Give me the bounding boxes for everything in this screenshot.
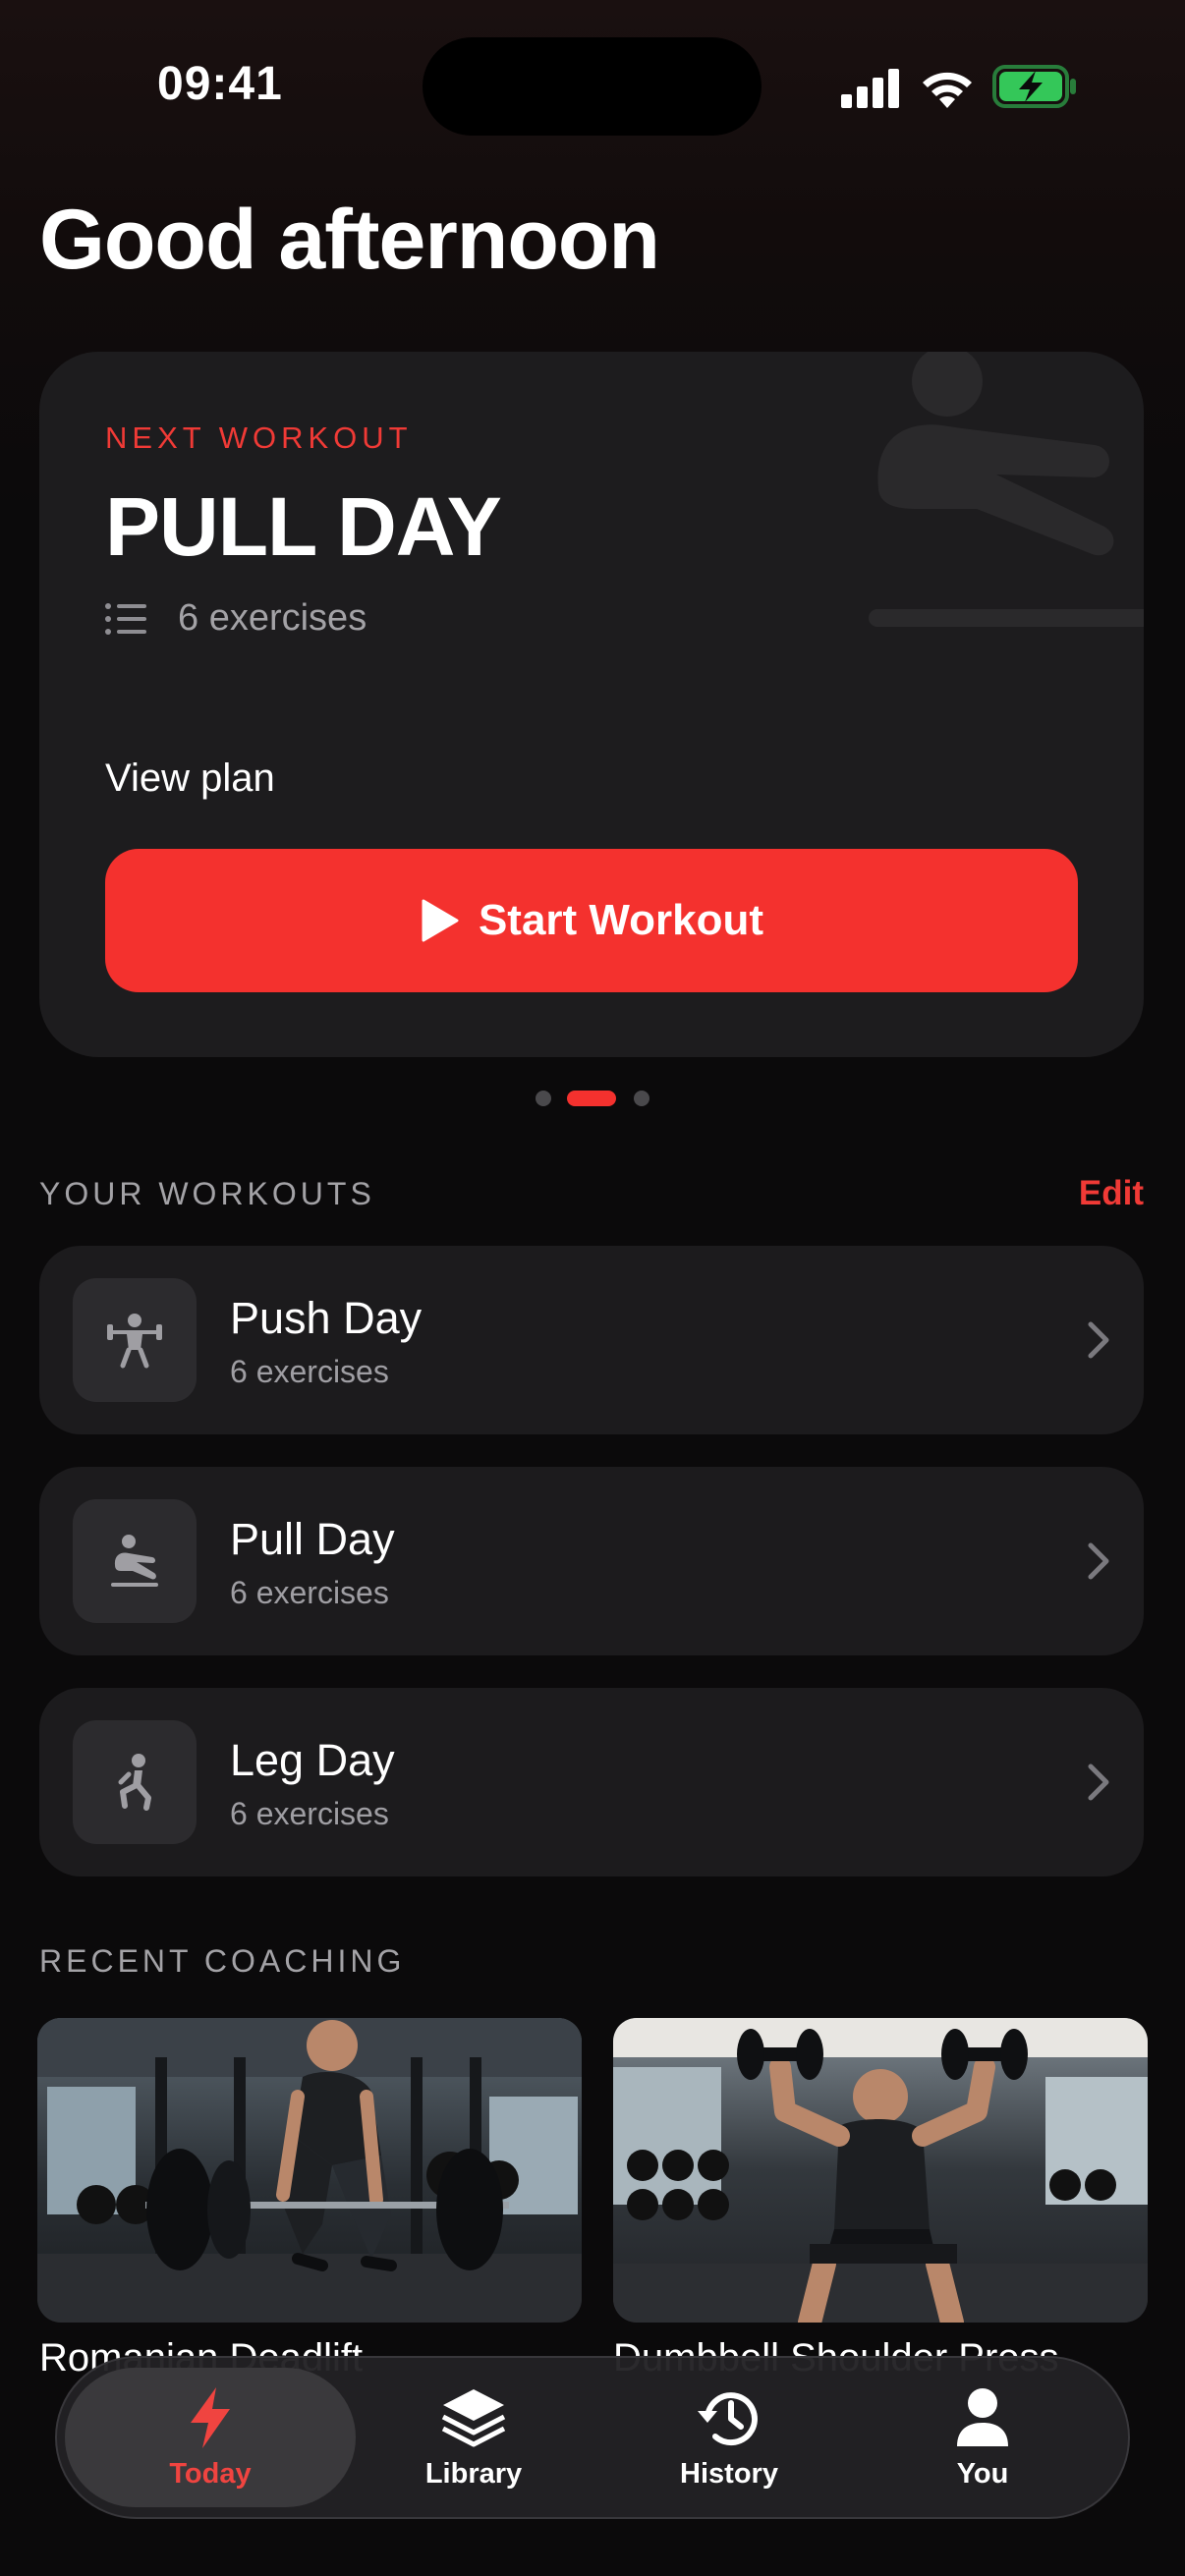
page-title: Good afternoon (39, 193, 660, 287)
tab-history[interactable]: History (584, 2368, 875, 2507)
page-dot[interactable] (536, 1091, 551, 1106)
view-plan-link[interactable]: View plan (105, 756, 275, 801)
coaching-card-deadlift[interactable] (37, 2018, 582, 2323)
workout-name: Leg Day (230, 1735, 395, 1785)
layers-icon (441, 2388, 506, 2446)
tab-label: You (956, 2457, 1009, 2490)
start-workout-button[interactable]: Start Workout (105, 849, 1078, 992)
workout-row-pull-day[interactable]: Pull Day 6 exercises (39, 1467, 1144, 1655)
tab-label: History (680, 2457, 778, 2490)
workout-icon-tile (73, 1278, 197, 1402)
start-workout-label: Start Workout (478, 896, 764, 944)
recent-coaching-header: RECENT COACHING (39, 1943, 406, 1979)
cellular-signal-icon (841, 69, 899, 108)
workout-name: Push Day (230, 1293, 423, 1343)
lunge-icon (118, 1754, 151, 1811)
workout-exercise-count: 6 exercises (230, 1796, 389, 1831)
person-icon (957, 2387, 1008, 2446)
shoulder-press-photo (613, 2018, 1148, 2323)
rowing-figure-icon (869, 352, 1144, 627)
dynamic-island (423, 37, 762, 136)
page-dot[interactable] (634, 1091, 649, 1106)
coaching-card-shoulder-press[interactable] (613, 2018, 1148, 2323)
bolt-icon (191, 2386, 230, 2448)
chevron-right-icon (1088, 1764, 1109, 1801)
deadlift-photo (37, 2018, 582, 2323)
next-workout-label: NEXT WORKOUT (105, 420, 413, 455)
chevron-right-icon (1088, 1542, 1109, 1580)
workout-name: Pull Day (230, 1514, 395, 1564)
your-workouts-header: YOUR WORKOUTS (39, 1176, 375, 1211)
workout-icon-tile (73, 1720, 197, 1844)
workout-icon-tile (73, 1499, 197, 1623)
workout-exercise-count: 6 exercises (230, 1354, 389, 1389)
status-time: 09:41 (157, 58, 283, 110)
rowing-icon (111, 1535, 158, 1587)
workout-exercise-count: 6 exercises (230, 1575, 389, 1610)
exercise-count: 6 exercises (105, 597, 367, 640)
page-dot-active[interactable] (567, 1091, 616, 1106)
workout-row-push-day[interactable]: Push Day 6 exercises (39, 1246, 1144, 1434)
play-icon (422, 899, 459, 942)
tab-label: Library (424, 2457, 523, 2490)
tab-today[interactable]: Today (65, 2368, 356, 2507)
exercise-count-text: 6 exercises (178, 597, 367, 639)
tab-you[interactable]: You (837, 2368, 1128, 2507)
list-icon (105, 602, 146, 635)
tab-library[interactable]: Library (328, 2368, 619, 2507)
next-workout-card[interactable]: NEXT WORKOUT PULL DAY 6 exercises View p… (39, 352, 1144, 1057)
battery-charging-icon (992, 65, 1076, 108)
history-icon (698, 2391, 758, 2445)
bench-press-icon (107, 1314, 162, 1369)
tab-bar: Today Library History You (55, 2356, 1130, 2519)
edit-button[interactable]: Edit (1079, 1174, 1144, 1213)
workout-row-leg-day[interactable]: Leg Day 6 exercises (39, 1688, 1144, 1876)
chevron-right-icon (1088, 1321, 1109, 1359)
wifi-icon (923, 72, 972, 108)
next-workout-title: PULL DAY (105, 480, 502, 573)
tab-label: Today (169, 2457, 252, 2490)
